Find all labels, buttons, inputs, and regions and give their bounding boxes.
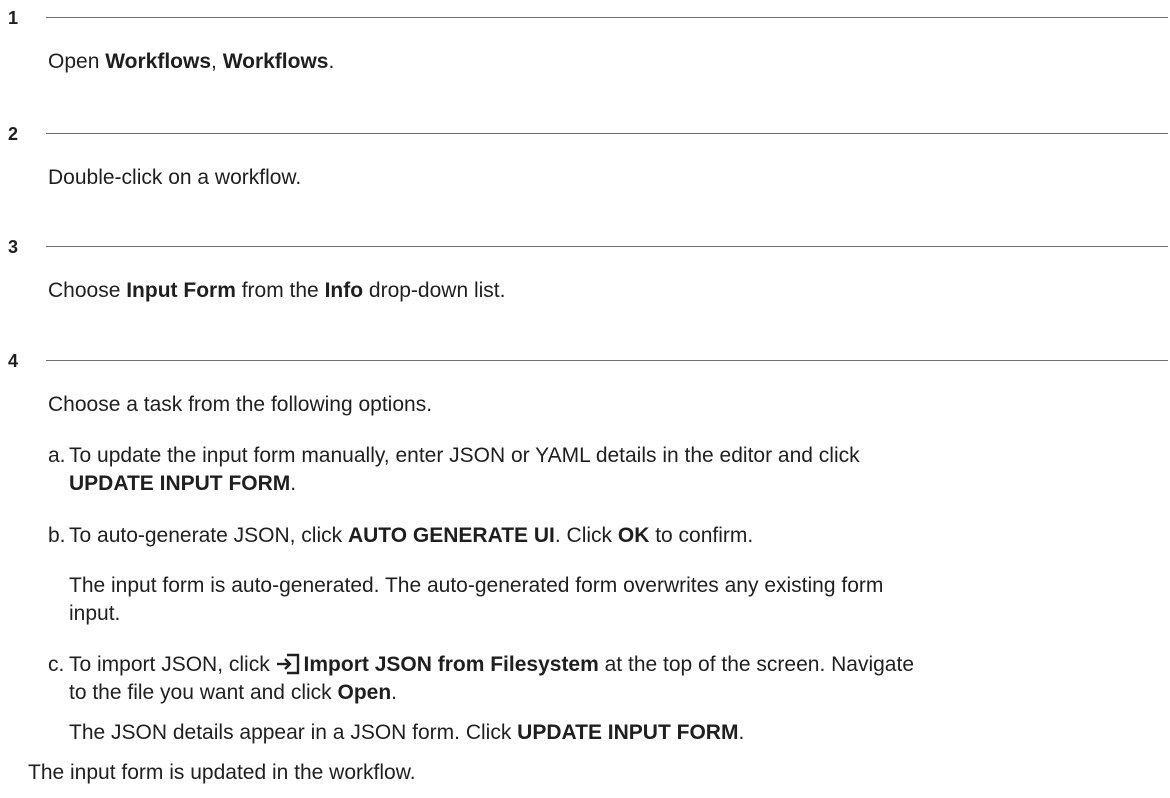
option-b-note-line2: input. (69, 602, 121, 625)
step-number: 4 (8, 351, 19, 371)
step-result: The input form is updated in the workflo… (28, 761, 416, 784)
step-1-text: Open Workflows, Workflows. (48, 50, 335, 73)
menu-item-workflows: Workflows (105, 50, 212, 73)
procedure-page: 1 Open Workflows, Workflows. 2 Double-cl… (0, 0, 1170, 798)
step-2-text: Double-click on a workflow. (48, 166, 302, 189)
button-ok: OK (617, 524, 650, 547)
option-label: c. (48, 653, 65, 676)
button-auto-generate-ui: AUTO GENERATE UI (347, 524, 555, 547)
option-c-note: The JSON details appear in a JSON form. … (69, 721, 745, 744)
step-number: 2 (8, 124, 19, 144)
dropdown-info: Info (324, 279, 364, 302)
option-c: c. To import JSON, click Import JSON from… (48, 651, 914, 678)
option-c-line2: to the file you want and click Open. (69, 681, 397, 704)
step-number: 1 (8, 8, 19, 28)
import-icon (276, 653, 300, 675)
option-b-note-line1: The input form is auto-generated. The au… (69, 574, 884, 597)
option-b: b. To auto-generate JSON, click AUTO GENE… (48, 522, 753, 549)
step-divider (46, 360, 1168, 361)
option-label: b. (48, 524, 66, 547)
option-a: a. To update the input form manually, ent… (48, 442, 860, 469)
submenu-item-workflows: Workflows (222, 50, 329, 73)
option-input-form: Input Form (126, 279, 236, 302)
step-1-header: 1 (8, 7, 1168, 29)
button-update-input-form: UPDATE INPUT FORM (69, 472, 291, 495)
step-4-header: 4 (8, 350, 1168, 372)
step-divider (46, 17, 1168, 18)
step-divider (46, 246, 1168, 247)
step-number: 3 (8, 237, 19, 257)
step-3-text: Choose Input Form from the Info drop-dow… (48, 279, 506, 302)
step-divider (46, 133, 1168, 134)
button-update-input-form: UPDATE INPUT FORM (517, 721, 739, 744)
step-4-intro: Choose a task from the following options… (48, 393, 433, 416)
step-2-header: 2 (8, 123, 1168, 145)
step-3-header: 3 (8, 236, 1168, 258)
option-label: a. (48, 444, 66, 467)
button-open: Open (337, 681, 392, 704)
option-a-line2: UPDATE INPUT FORM. (69, 472, 297, 495)
button-import-json-from-filesystem: Import JSON from Filesystem (303, 653, 599, 676)
